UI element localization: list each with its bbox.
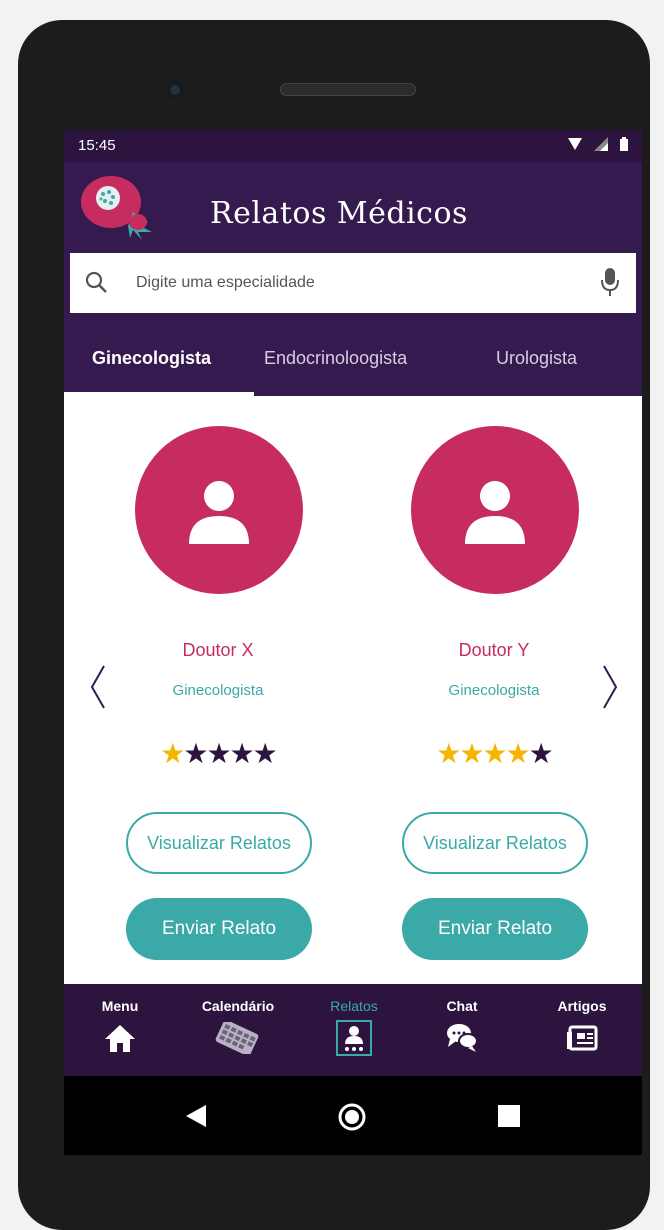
earpiece-speaker <box>280 83 416 96</box>
star-empty-icon: ★ <box>206 738 231 769</box>
star-empty-icon: ★ <box>183 738 208 769</box>
doctor-name: Doutor X <box>182 640 254 660</box>
microphone-icon[interactable] <box>600 267 620 297</box>
search-section <box>64 244 642 322</box>
chat-icon <box>447 1024 478 1052</box>
phone-frame: 15:45 Relatos Médicos Digite uma especia… <box>18 20 650 1230</box>
send-report-button[interactable]: Enviar Relato <box>126 898 312 960</box>
nav-label: Artigos <box>557 998 607 1014</box>
user-icon <box>465 481 525 544</box>
tab-ginecologista[interactable]: Ginecologista <box>92 348 211 369</box>
search-icon[interactable] <box>84 270 108 294</box>
star-filled-icon: ★ <box>160 738 185 769</box>
screen: 15:45 Relatos Médicos Digite uma especia… <box>64 130 642 1155</box>
bottom-navigation: Menu Calendário Relatos Chat Artigos <box>64 984 642 1076</box>
articles-icon <box>567 1025 598 1051</box>
doctor-specialty: Ginecologista <box>448 682 540 699</box>
front-camera <box>165 80 185 100</box>
app-bar: Relatos Médicos <box>64 162 642 244</box>
wifi-icon <box>568 138 582 150</box>
star-filled-icon: ★ <box>505 738 531 769</box>
home-button-icon[interactable] <box>338 1103 366 1131</box>
nav-label: Calendário <box>201 998 275 1014</box>
nav-label: Chat <box>446 998 478 1014</box>
status-bar: 15:45 <box>64 130 642 162</box>
tab-endocrinologista[interactable]: Endocrinoloogista <box>264 348 407 369</box>
star-filled-icon: ★ <box>436 738 461 769</box>
chevron-left-icon[interactable] <box>84 662 114 712</box>
nav-item-menu[interactable]: Menu <box>80 984 160 1076</box>
flower-logo-icon <box>81 176 152 240</box>
star-empty-icon: ★ <box>252 738 278 769</box>
view-reports-button[interactable]: Visualizar Relatos <box>126 812 312 874</box>
star-filled-icon: ★ <box>482 738 507 769</box>
nav-item-relatos[interactable]: Relatos <box>314 984 394 1076</box>
nav-item-artigos[interactable]: Artigos <box>542 984 622 1076</box>
specialty-tabs: Ginecologista Endocrinoloogista Urologis… <box>64 322 642 396</box>
app-title: Relatos Médicos <box>210 196 468 231</box>
status-time: 15:45 <box>78 137 116 154</box>
star-rating: ★★★★★ <box>394 740 594 768</box>
doctor-name: Doutor Y <box>458 640 530 660</box>
home-icon <box>105 1025 135 1052</box>
tab-urologista[interactable]: Urologista <box>496 348 577 369</box>
chevron-right-icon[interactable] <box>594 662 624 712</box>
avatar <box>411 426 579 594</box>
nav-item-chat[interactable]: Chat <box>422 984 502 1076</box>
recents-icon[interactable] <box>498 1105 520 1127</box>
star-empty-icon: ★ <box>229 738 255 769</box>
view-reports-button[interactable]: Visualizar Relatos <box>402 812 588 874</box>
doctor-card: Doutor X Ginecologista ★★★★★ Visualizar … <box>118 396 318 984</box>
star-filled-icon: ★ <box>459 738 484 769</box>
doctor-carousel: Doutor X Ginecologista ★★★★★ Visualizar … <box>64 396 642 984</box>
search-bar <box>70 253 636 313</box>
reports-icon <box>345 1026 363 1051</box>
user-icon <box>189 481 249 544</box>
star-empty-icon: ★ <box>528 738 554 769</box>
calendar-icon <box>215 1022 259 1054</box>
nav-label: Menu <box>101 998 139 1014</box>
nav-label: Relatos <box>330 998 378 1014</box>
back-icon[interactable] <box>184 1104 208 1128</box>
signal-icon <box>594 137 608 151</box>
battery-icon <box>620 137 628 151</box>
system-navigation-bar <box>64 1076 642 1155</box>
doctor-card: Doutor Y Ginecologista ★★★★★ Visualizar … <box>394 396 594 984</box>
send-report-button[interactable]: Enviar Relato <box>402 898 588 960</box>
star-rating: ★★★★★ <box>118 740 318 768</box>
avatar <box>135 426 303 594</box>
doctor-specialty: Ginecologista <box>172 682 264 699</box>
search-input[interactable] <box>136 269 576 297</box>
nav-item-calendario[interactable]: Calendário <box>198 984 278 1076</box>
